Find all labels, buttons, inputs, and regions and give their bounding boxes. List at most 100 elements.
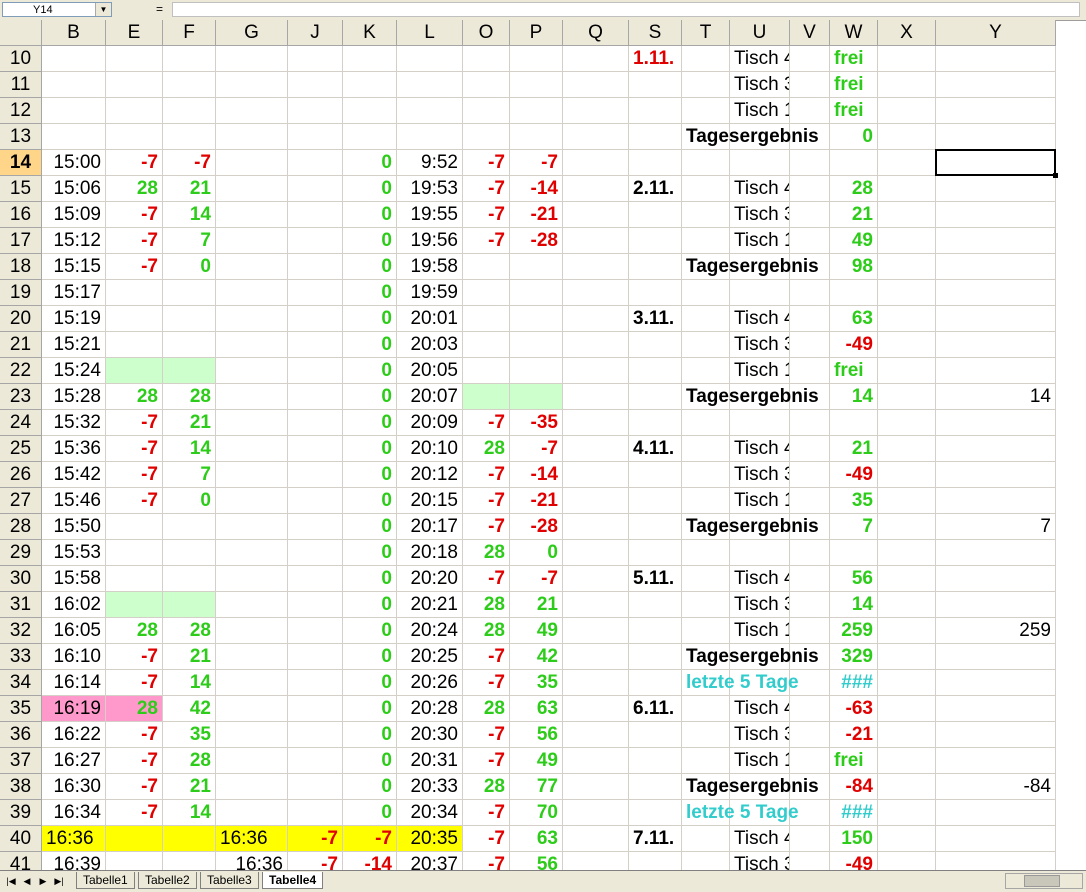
cell-o30[interactable]: -7	[463, 566, 510, 592]
cell-x40[interactable]	[878, 826, 936, 852]
cell-k38[interactable]: 0	[343, 774, 397, 800]
cell-x37[interactable]	[878, 748, 936, 774]
cell-x13[interactable]	[878, 124, 936, 150]
cell-t15[interactable]	[682, 176, 730, 202]
row-header-25[interactable]: 25	[0, 436, 42, 462]
cell-o12[interactable]	[463, 98, 510, 124]
cell-o34[interactable]: -7	[463, 670, 510, 696]
cell-k32[interactable]: 0	[343, 618, 397, 644]
cell-b24[interactable]: 15:32	[42, 410, 106, 436]
row-header-14[interactable]: 14	[0, 150, 42, 176]
column-header-u[interactable]: U	[730, 20, 790, 46]
cell-y26[interactable]	[936, 462, 1056, 488]
cell-s31[interactable]	[629, 592, 682, 618]
cell-b40[interactable]: 16:36	[42, 826, 106, 852]
cell-s14[interactable]	[629, 150, 682, 176]
cell-p37[interactable]: 49	[510, 748, 563, 774]
cell-s38[interactable]	[629, 774, 682, 800]
column-header-t[interactable]: T	[682, 20, 730, 46]
horizontal-scrollbar[interactable]	[1005, 873, 1083, 889]
cell-b13[interactable]	[42, 124, 106, 150]
cell-y27[interactable]	[936, 488, 1056, 514]
cell-q13[interactable]	[563, 124, 629, 150]
cell-u24[interactable]	[730, 410, 790, 436]
cell-s21[interactable]	[629, 332, 682, 358]
cell-s18[interactable]	[629, 254, 682, 280]
cell-e36[interactable]: -7	[106, 722, 163, 748]
cell-e17[interactable]: -7	[106, 228, 163, 254]
column-header-p[interactable]: P	[510, 20, 563, 46]
cell-t13[interactable]: Tagesergebnis	[682, 124, 819, 150]
row-header-12[interactable]: 12	[0, 98, 42, 124]
cell-b29[interactable]: 15:53	[42, 540, 106, 566]
cell-q39[interactable]	[563, 800, 629, 826]
cell-y38[interactable]: -84	[936, 774, 1056, 800]
cell-e32[interactable]: 28	[106, 618, 163, 644]
cell-s19[interactable]	[629, 280, 682, 306]
cell-v37[interactable]	[790, 748, 830, 774]
cell-p36[interactable]: 56	[510, 722, 563, 748]
cell-y16[interactable]	[936, 202, 1056, 228]
cell-w38[interactable]: -84	[830, 774, 878, 800]
cell-w31[interactable]: 14	[830, 592, 878, 618]
cell-t23[interactable]: Tagesergebnis	[682, 384, 819, 410]
cell-x33[interactable]	[878, 644, 936, 670]
cell-q34[interactable]	[563, 670, 629, 696]
cell-w24[interactable]	[830, 410, 878, 436]
prev-sheet-icon[interactable]: ◀	[20, 874, 34, 888]
cell-p12[interactable]	[510, 98, 563, 124]
cell-w36[interactable]: -21	[830, 722, 878, 748]
cell-b31[interactable]: 16:02	[42, 592, 106, 618]
cell-f35[interactable]: 42	[163, 696, 216, 722]
cell-v10[interactable]	[790, 46, 830, 72]
cell-y31[interactable]	[936, 592, 1056, 618]
cell-y29[interactable]	[936, 540, 1056, 566]
cell-w10[interactable]: frei	[830, 46, 878, 72]
row-header-34[interactable]: 34	[0, 670, 42, 696]
cell-u15[interactable]: Tisch 4	[730, 176, 790, 202]
cell-t20[interactable]	[682, 306, 730, 332]
cell-j16[interactable]	[288, 202, 343, 228]
cell-e40[interactable]	[106, 826, 163, 852]
cell-o15[interactable]: -7	[463, 176, 510, 202]
row-header-11[interactable]: 11	[0, 72, 42, 98]
cell-y35[interactable]	[936, 696, 1056, 722]
cell-p21[interactable]	[510, 332, 563, 358]
cell-t17[interactable]	[682, 228, 730, 254]
cell-o21[interactable]	[463, 332, 510, 358]
cell-p32[interactable]: 49	[510, 618, 563, 644]
cell-q14[interactable]	[563, 150, 629, 176]
cell-s28[interactable]	[629, 514, 682, 540]
cell-q20[interactable]	[563, 306, 629, 332]
cell-k27[interactable]: 0	[343, 488, 397, 514]
cell-u14[interactable]	[730, 150, 790, 176]
cell-b33[interactable]: 16:10	[42, 644, 106, 670]
select-all-corner[interactable]	[0, 20, 42, 46]
cell-s24[interactable]	[629, 410, 682, 436]
cell-b34[interactable]: 16:14	[42, 670, 106, 696]
cell-s27[interactable]	[629, 488, 682, 514]
column-header-x[interactable]: X	[878, 20, 936, 46]
cell-s10[interactable]: 1.11.	[629, 46, 682, 72]
row-header-21[interactable]: 21	[0, 332, 42, 358]
cell-e13[interactable]	[106, 124, 163, 150]
cell-l13[interactable]	[397, 124, 463, 150]
cell-p17[interactable]: -28	[510, 228, 563, 254]
cell-s20[interactable]: 3.11.	[629, 306, 682, 332]
cell-j34[interactable]	[288, 670, 343, 696]
cell-l15[interactable]: 19:53	[397, 176, 463, 202]
cell-f37[interactable]: 28	[163, 748, 216, 774]
cell-y22[interactable]	[936, 358, 1056, 384]
cell-e11[interactable]	[106, 72, 163, 98]
cell-j13[interactable]	[288, 124, 343, 150]
cell-t14[interactable]	[682, 150, 730, 176]
cell-q30[interactable]	[563, 566, 629, 592]
cell-b12[interactable]	[42, 98, 106, 124]
scrollbar-thumb[interactable]	[1024, 875, 1060, 887]
row-header-27[interactable]: 27	[0, 488, 42, 514]
cell-y36[interactable]	[936, 722, 1056, 748]
column-header-w[interactable]: W	[830, 20, 878, 46]
cell-u36[interactable]: Tisch 3	[730, 722, 790, 748]
cell-t18[interactable]: Tagesergebnis	[682, 254, 819, 280]
cell-s23[interactable]	[629, 384, 682, 410]
